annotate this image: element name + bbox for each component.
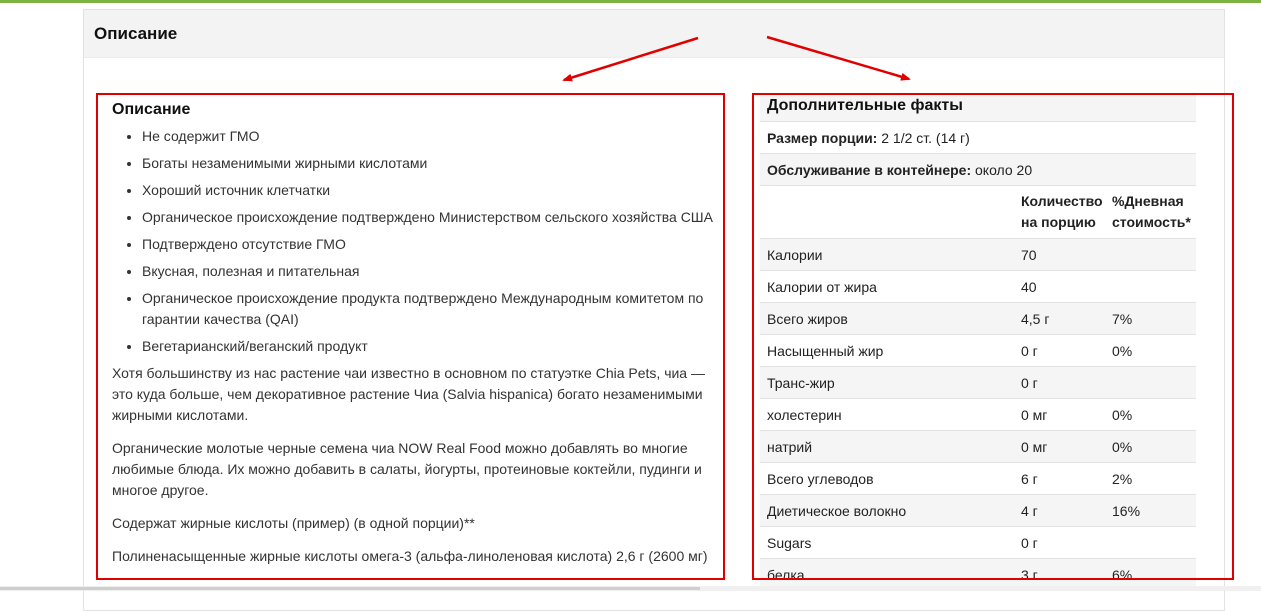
arrow-left bbox=[562, 36, 699, 82]
arrow-right bbox=[766, 35, 911, 81]
horizontal-scrollbar[interactable] bbox=[0, 586, 1261, 591]
scrollbar-thumb[interactable] bbox=[0, 587, 700, 590]
annotation-arrows bbox=[562, 35, 911, 82]
